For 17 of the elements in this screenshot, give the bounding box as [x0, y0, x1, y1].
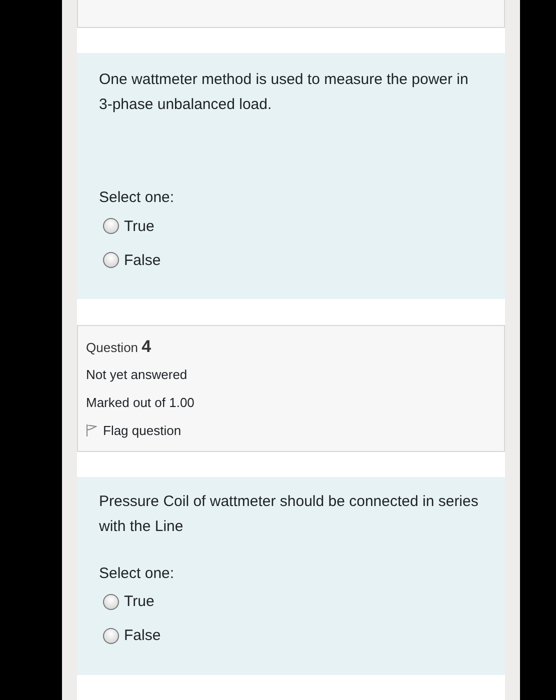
answer-option[interactable]: True: [103, 584, 483, 619]
question-number: Question 4: [86, 336, 152, 358]
radio-button[interactable]: [103, 594, 119, 610]
answer-option[interactable]: True: [103, 209, 483, 244]
question-text: Pressure Coil of wattmeter should be connected in series with the Line: [99, 492, 480, 537]
answer-option[interactable]: False: [103, 618, 483, 653]
flag-icon[interactable]: [86, 424, 97, 438]
radio-button[interactable]: [103, 252, 119, 268]
select-one-label: Select one:: [99, 189, 176, 206]
marks-text: Marked out of 1.00: [86, 394, 196, 412]
status-text: Not yet answered: [86, 366, 188, 384]
radio-button[interactable]: [103, 218, 119, 234]
question-text: One wattmeter method is used to measure the power in 3-phase unbalanced load.: [99, 70, 470, 116]
select-one-label: Select one:: [99, 564, 176, 582]
answer-option[interactable]: False: [103, 243, 483, 278]
radio-button[interactable]: [103, 628, 119, 644]
flag-question-link[interactable]: Flag question: [103, 416, 182, 445]
